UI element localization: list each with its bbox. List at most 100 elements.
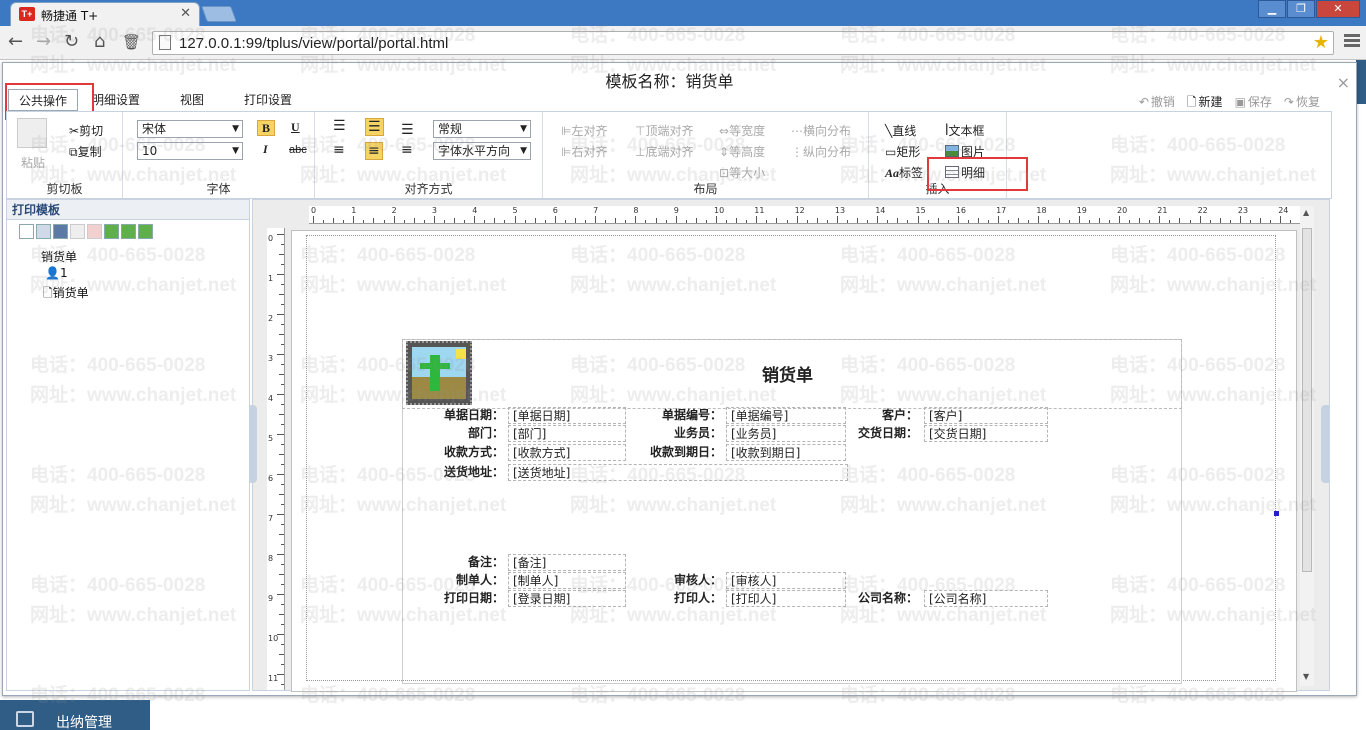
address-bar[interactable]: 127.0.0.1:99/tplus/view/portal/portal.ht…	[152, 31, 1334, 55]
label-salesman[interactable]: 业务员：	[628, 425, 722, 442]
tree-root[interactable]: 销货单	[41, 248, 77, 265]
align-left-icon[interactable]: ≡	[333, 142, 345, 158]
top-align-button[interactable]: ⊤顶端对齐	[635, 122, 693, 139]
home-icon[interactable]: ⌂	[94, 32, 105, 52]
field-company[interactable]: [公司名称]	[924, 590, 1048, 607]
label-payment-method[interactable]: 收款方式：	[404, 444, 504, 461]
delete-icon[interactable]	[87, 224, 102, 239]
save-template-icon[interactable]	[36, 224, 51, 239]
forward-icon[interactable]: →	[36, 32, 51, 52]
same-size-button[interactable]: ⊡等大小	[719, 164, 765, 181]
scroll-thumb[interactable]	[1302, 228, 1312, 572]
maximize-icon[interactable]: ❐	[1287, 0, 1315, 18]
reload-icon[interactable]: ↻	[64, 32, 79, 52]
field-doc-date[interactable]: [单据日期]	[508, 407, 626, 424]
label-print-date[interactable]: 打印日期：	[404, 590, 504, 607]
new-tab-button[interactable]	[201, 6, 237, 22]
tab-view[interactable]: 视图	[154, 89, 230, 111]
report-title[interactable]: 销货单	[762, 361, 813, 386]
star-icon[interactable]: ★	[1313, 32, 1329, 53]
label-doc-date[interactable]: 单据日期：	[404, 407, 504, 424]
field-doc-no[interactable]: [单据编号]	[726, 407, 846, 424]
tree-user[interactable]: 👤1	[45, 266, 68, 280]
label-printer[interactable]: 打印人：	[628, 590, 722, 607]
field-salesman[interactable]: [业务员]	[726, 425, 846, 442]
insert-textbox-button[interactable]: ꟾ文本框	[945, 122, 985, 139]
sidebar-item-cashier[interactable]: 出纳管理	[56, 712, 112, 730]
label-delivery-date[interactable]: 交货日期：	[848, 425, 918, 442]
report-page[interactable]: 销货单 单据日期： [单据日期] 单据编号： [单据编号] 客户： [客户] 部…	[291, 230, 1297, 692]
h-distribute-button[interactable]: ⋯横向分布	[791, 122, 851, 139]
v-distribute-button[interactable]: ⋮纵向分布	[791, 143, 851, 160]
field-printer[interactable]: [打印人]	[726, 590, 846, 607]
resize-handle[interactable]	[1274, 511, 1279, 516]
align-top-icon[interactable]: ☰	[333, 118, 346, 134]
import-icon[interactable]	[104, 224, 119, 239]
preview-icon[interactable]	[53, 224, 68, 239]
tab-print-settings[interactable]: 打印设置	[230, 89, 306, 111]
scroll-down-icon[interactable]: ▼	[1303, 672, 1309, 681]
same-width-button[interactable]: ⇔等宽度	[719, 122, 765, 139]
refresh-icon[interactable]	[138, 224, 153, 239]
font-size-select[interactable]: 10 ▼	[137, 142, 243, 160]
new-template-icon[interactable]	[19, 224, 34, 239]
menu-icon[interactable]	[1344, 34, 1360, 50]
edit-icon[interactable]	[70, 224, 85, 239]
insert-line-button[interactable]: ╲直线	[885, 122, 916, 139]
text-style-select[interactable]: 常规 ▼	[433, 120, 531, 138]
bottom-align-button[interactable]: ⊥底端对齐	[635, 143, 693, 160]
strikethrough-button[interactable]: abc	[289, 144, 307, 156]
logo-image[interactable]	[406, 341, 472, 405]
label-address[interactable]: 送货地址：	[404, 464, 504, 481]
field-auditor[interactable]: [审核人]	[726, 572, 846, 589]
copy-button[interactable]: ⧉复制	[69, 143, 102, 160]
tree-child[interactable]: 🗋销货单	[43, 284, 89, 305]
design-canvas[interactable]: 0 1 2 3 4 5 6 7 8 9 10 11 12 13 14 15 16 17 18 19 20 21 22 23 24…	[252, 199, 1330, 692]
label-company[interactable]: 公司名称：	[848, 590, 918, 607]
bold-button[interactable]: B	[257, 120, 275, 136]
insert-label-button[interactable]: Aa标签	[885, 164, 923, 181]
dialog-close-icon[interactable]: ×	[1337, 73, 1350, 92]
field-dept[interactable]: [部门]	[508, 425, 626, 442]
browser-tab[interactable]: T+ 畅捷通 T+ ✕	[10, 2, 200, 26]
label-customer[interactable]: 客户：	[848, 407, 918, 424]
field-print-date[interactable]: [登录日期]	[508, 590, 626, 607]
label-due-date[interactable]: 收款到期日：	[628, 444, 722, 461]
window-close-icon[interactable]: ✕	[1316, 0, 1360, 18]
label-auditor[interactable]: 审核人：	[628, 572, 722, 589]
field-due-date[interactable]: [收款到期日]	[726, 444, 846, 461]
field-address[interactable]: [送货地址]	[508, 464, 848, 481]
same-height-button[interactable]: ⇕等高度	[719, 143, 765, 160]
field-delivery-date[interactable]: [交货日期]	[924, 425, 1048, 442]
collapse-right-handle[interactable]	[1321, 405, 1329, 483]
url-text[interactable]: 127.0.0.1:99/tplus/view/portal/portal.ht…	[179, 35, 448, 52]
italic-button[interactable]: I	[263, 142, 268, 157]
paste-button[interactable]: 粘贴	[21, 154, 45, 171]
scroll-up-icon[interactable]: ▲	[1303, 208, 1309, 217]
align-center-icon[interactable]: ≡	[365, 142, 383, 160]
field-payment-method[interactable]: [收款方式]	[508, 444, 626, 461]
font-family-select[interactable]: 宋体 ▼	[137, 120, 243, 138]
insert-rect-button[interactable]: ▭矩形	[885, 143, 920, 160]
field-creator[interactable]: [制单人]	[508, 572, 626, 589]
minimize-icon[interactable]: ▁	[1258, 0, 1286, 18]
text-direction-select[interactable]: 字体水平方向 ▼	[433, 142, 531, 160]
right-align-button[interactable]: ⊫右对齐	[561, 143, 607, 160]
field-remark[interactable]: [备注]	[508, 554, 626, 571]
underline-button[interactable]: U	[291, 120, 300, 135]
label-dept[interactable]: 部门：	[404, 425, 504, 442]
cut-button[interactable]: ✂剪切	[69, 122, 103, 139]
field-customer[interactable]: [客户]	[924, 407, 1048, 424]
trash-icon[interactable]: 🗑	[122, 32, 141, 52]
label-remark[interactable]: 备注：	[404, 554, 504, 571]
back-icon[interactable]: ←	[8, 32, 23, 52]
label-creator[interactable]: 制单人：	[404, 572, 504, 589]
tab-close-icon[interactable]: ✕	[180, 6, 191, 21]
label-doc-no[interactable]: 单据编号：	[628, 407, 722, 424]
align-middle-icon[interactable]: ☰	[365, 118, 384, 136]
collapse-left-handle[interactable]	[249, 405, 257, 483]
export-icon[interactable]	[121, 224, 136, 239]
align-right-icon[interactable]: ≡	[401, 142, 413, 158]
align-bottom-icon[interactable]: ☰	[401, 122, 414, 138]
left-align-button[interactable]: ⊫左对齐	[561, 122, 607, 139]
